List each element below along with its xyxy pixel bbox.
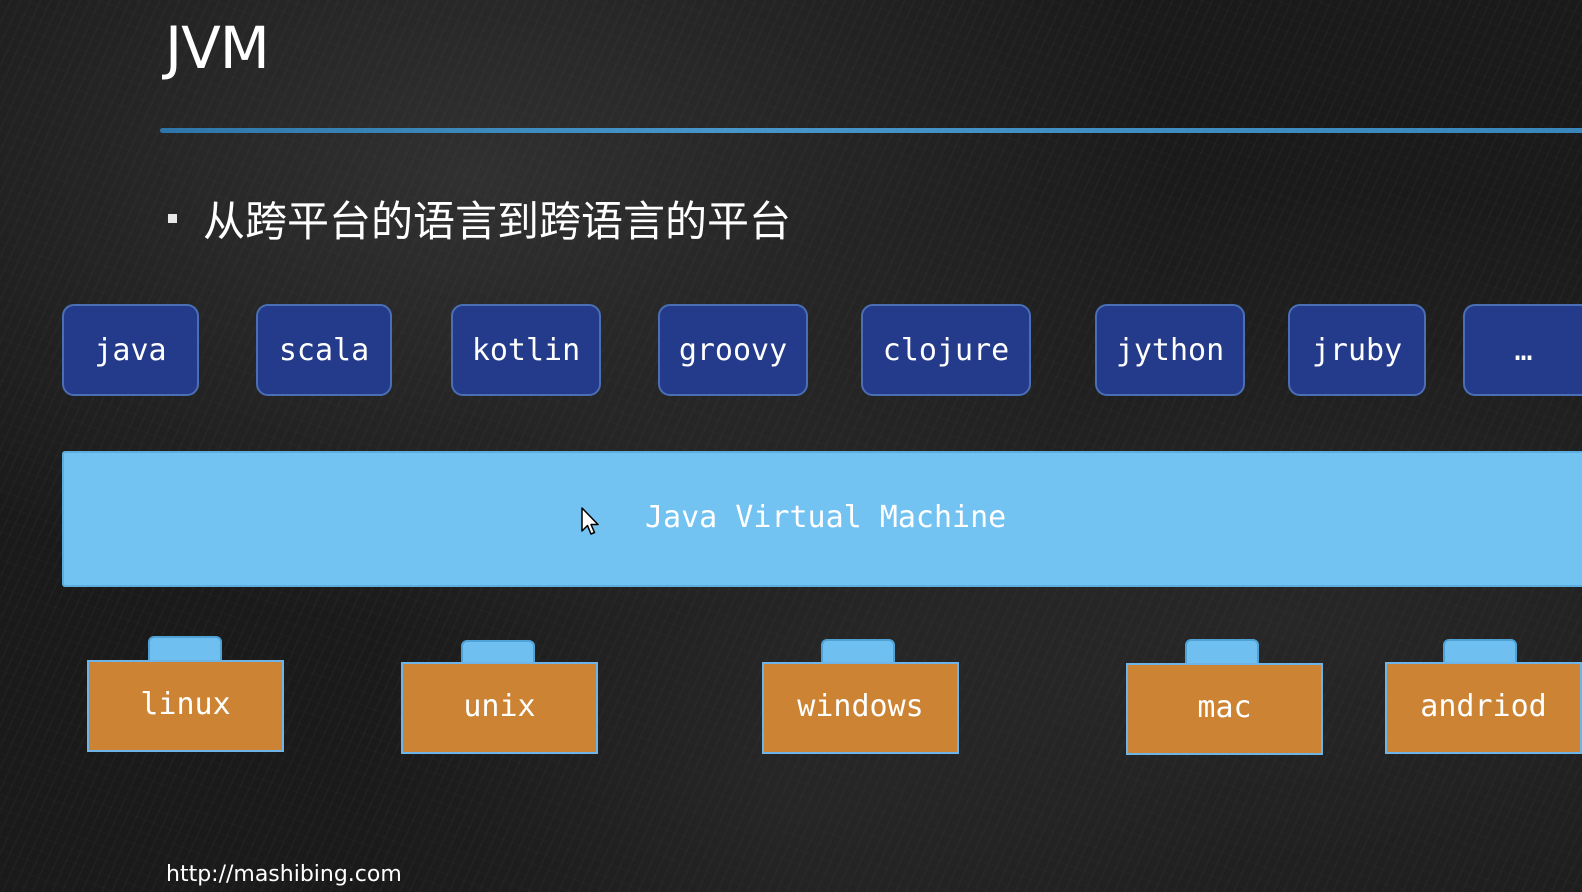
slide-title: JVM [165,14,270,82]
platform-label: unix [401,662,598,754]
language-box-kotlin: kotlin [451,304,601,396]
mouse-cursor-icon [581,507,601,542]
bullet-text: 从跨平台的语言到跨语言的平台 [203,197,792,246]
language-box-jruby: jruby [1288,304,1426,396]
bullet-point: 从跨平台的语言到跨语言的平台 [168,188,791,249]
platform-label: andriod [1385,662,1582,754]
language-box-clojure: clojure [861,304,1031,396]
language-box-more: … [1463,304,1582,396]
footer-url: http://mashibing.com [166,862,402,887]
platform-label: windows [762,662,959,754]
bullet-square-icon [168,214,177,223]
language-box-java: java [62,304,199,396]
title-underline [160,128,1582,133]
language-box-jython: jython [1095,304,1245,396]
jvm-label: Java Virtual Machine [645,500,1007,535]
language-box-scala: scala [256,304,392,396]
language-box-groovy: groovy [658,304,808,396]
slide: JVM 从跨平台的语言到跨语言的平台 java scala kotlin gro… [0,0,1582,892]
platform-label: mac [1126,663,1323,755]
platform-label: linux [87,660,284,752]
